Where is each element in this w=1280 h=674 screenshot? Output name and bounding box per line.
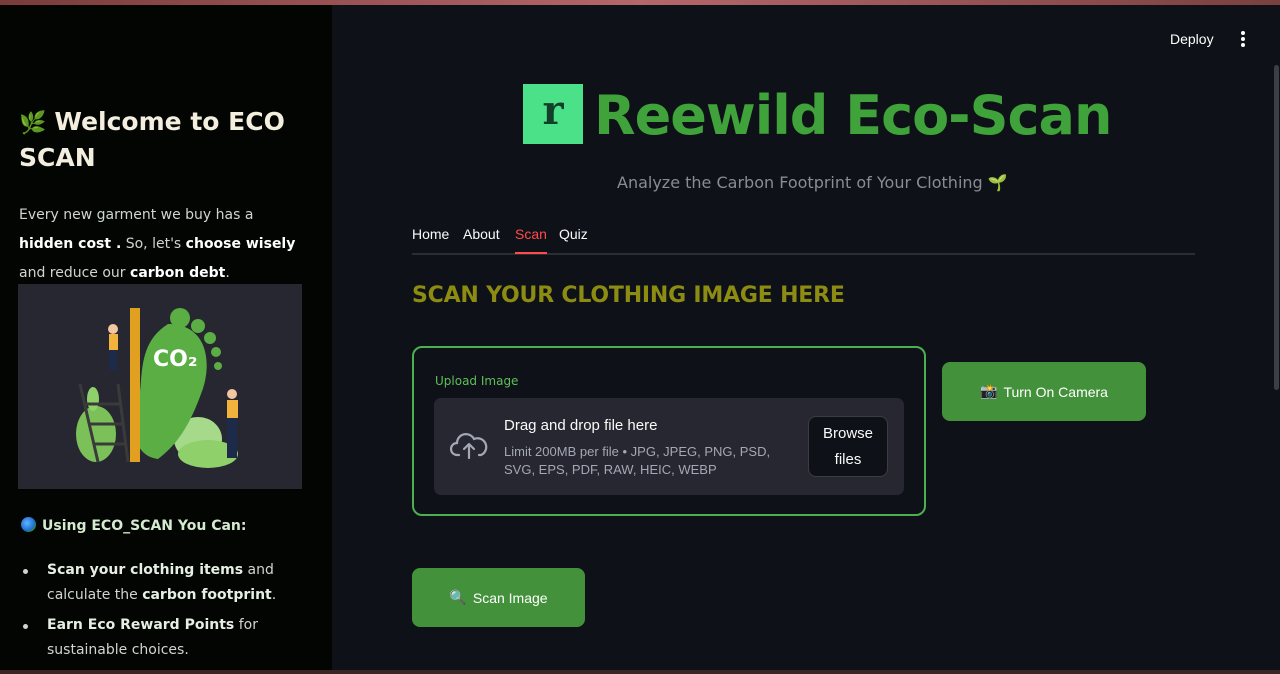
page-subtitle: Analyze the Carbon Footprint of Your Clo… [617,173,1008,192]
upload-card: Upload Image Drag and drop file here Lim… [412,346,926,516]
tab-quiz[interactable]: Quiz [559,226,588,254]
sidebar-title: 🌿 Welcome to ECO SCAN [19,107,285,172]
kebab-menu-icon[interactable] [1239,31,1247,49]
dropzone-limit: Limit 200MB per file • JPG, JPEG, PNG, P… [504,444,771,477]
carbon-footprint-illustration: CO₂ [18,284,302,489]
sidebar-intro: Every new garment we buy has a hidden co… [19,207,296,281]
file-dropzone[interactable]: Drag and drop file here Limit 200MB per … [434,398,904,495]
main-content: Deploy r Reewild Eco-Scan Analyze the Ca… [332,5,1280,674]
sidebar: 🌿 Welcome to ECO SCAN Every new garment w… [0,5,332,674]
scan-heading: SCAN YOUR CLOTHING IMAGE HERE [412,283,845,308]
co2-label: CO₂ [153,347,197,372]
turn-on-camera-button[interactable]: 📸 Turn On Camera [942,362,1146,421]
tab-home[interactable]: Home [412,226,449,254]
list-item: Scan your clothing items and calculate t… [19,558,309,608]
camera-icon: 📸 [980,383,998,399]
cloud-upload-icon [450,433,488,460]
tab-scan[interactable]: Scan [515,226,547,254]
globe-icon [21,517,36,532]
page-title: Reewild Eco-Scan [594,84,1112,147]
scrollbar[interactable] [1274,65,1279,390]
tab-bar: Home About Scan Quiz [412,223,1195,255]
dropzone-title: Drag and drop file here [504,417,658,434]
deploy-button[interactable]: Deploy [1170,31,1214,47]
list-item: Earn Eco Reward Points for sustainable c… [19,613,309,663]
upload-label: Upload Image [435,374,519,388]
reewild-logo: r [523,84,583,144]
feature-list: Scan your clothing items and calculate t… [19,558,309,668]
bottom-edge [0,670,1280,674]
using-eco-scan-heading: Using ECO_SCAN You Can: [21,517,246,534]
leaf-icon: 🌿 [19,111,47,136]
scan-image-button[interactable]: 🔍 Scan Image [412,568,585,627]
browse-files-button[interactable]: Browse files [808,416,888,477]
tab-about[interactable]: About [463,226,500,254]
magnifier-icon: 🔍 [449,589,467,605]
